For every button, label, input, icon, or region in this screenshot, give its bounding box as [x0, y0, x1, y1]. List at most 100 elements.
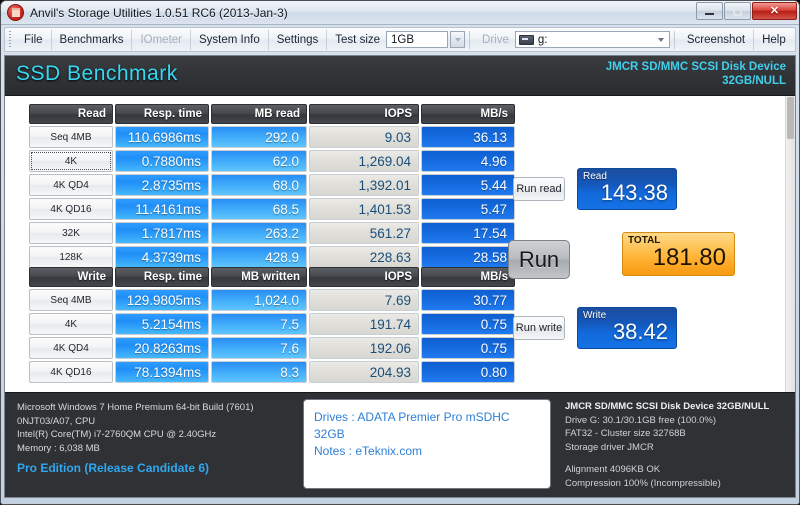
- read-col-header: MB/s: [421, 104, 515, 124]
- read-col-header: Resp. time: [115, 104, 209, 124]
- write-cell-mbs: 0.75: [421, 313, 515, 335]
- read-cell-mb: 68.0: [211, 174, 307, 196]
- drive-chevron-down-icon[interactable]: [657, 38, 664, 42]
- write-row-label[interactable]: 4K: [29, 313, 113, 335]
- read-cell-mb: 62.0: [211, 150, 307, 172]
- scrollbar-thumb[interactable]: [787, 97, 794, 139]
- drive-value: g:: [537, 33, 548, 46]
- table-row: 4K QD16 78.1394ms 8.3 204.93 0.80: [29, 361, 515, 383]
- read-cell-mb: 292.0: [211, 126, 307, 148]
- table-row: 4K 5.2154ms 7.5 191.74 0.75: [29, 313, 515, 335]
- drive-info-line: Drive G: 30.1/30.1GB free (100.0%): [565, 414, 717, 426]
- page-title: SSD Benchmark: [16, 62, 178, 85]
- system-info-line: Microsoft Windows 7 Home Premium 64-bit …: [17, 402, 254, 413]
- write-score-card: Write 38.42: [577, 307, 677, 349]
- write-row-label[interactable]: 4K QD16: [29, 361, 113, 383]
- write-cell-mbs: 0.80: [421, 361, 515, 383]
- total-score-value: 181.80: [652, 244, 726, 271]
- read-row-label[interactable]: 4K QD4: [29, 174, 113, 196]
- read-score-card: Read 143.38: [577, 168, 677, 210]
- window-title: Anvil's Storage Utilities 1.0.51 RC6 (20…: [30, 5, 288, 20]
- write-results-table: Write Resp. time MB written IOPS MB/s Seq 4M…: [27, 265, 517, 385]
- write-cell-mb: 7.5: [211, 313, 307, 335]
- write-row-label[interactable]: Seq 4MB: [29, 289, 113, 311]
- app-window: Anvil's Storage Utilities 1.0.51 RC6 (20…: [0, 0, 800, 505]
- read-row-label[interactable]: 4K: [29, 150, 113, 172]
- menu-item-benchmarks[interactable]: Benchmarks: [52, 29, 133, 50]
- title-bar: Anvil's Storage Utilities 1.0.51 RC6 (20…: [1, 1, 799, 25]
- menu-item-help[interactable]: Help: [754, 30, 794, 50]
- footer-panel: Microsoft Windows 7 Home Premium 64-bit …: [5, 393, 795, 497]
- table-row: 4K QD4 20.8263ms 7.6 192.06 0.75: [29, 337, 515, 359]
- drive-icon: [518, 34, 534, 45]
- notes-line: Notes : eTeknix.com: [314, 444, 423, 458]
- edition-label: Pro Edition (Release Candidate 6): [17, 461, 210, 475]
- menu-item-screenshot[interactable]: Screenshot: [679, 29, 755, 50]
- read-row-label[interactable]: 32K: [29, 222, 113, 244]
- read-row-label[interactable]: 4K QD16: [29, 198, 113, 220]
- read-cell-iops: 1,392.01: [309, 174, 419, 196]
- maximize-button[interactable]: [724, 2, 751, 20]
- read-cell-iops: 1,269.04: [309, 150, 419, 172]
- menu-item-file[interactable]: File: [16, 29, 52, 50]
- write-col-header: MB/s: [421, 267, 515, 287]
- test-size-label: Test size: [335, 33, 381, 46]
- write-cell-mb: 1,024.0: [211, 289, 307, 311]
- toolbar-divider: [469, 30, 471, 49]
- read-col-header: Read: [29, 104, 113, 124]
- write-cell-resp: 5.2154ms: [115, 313, 209, 335]
- system-info-line: Memory : 6,038 MB: [17, 442, 100, 454]
- total-score-card: TOTAL 181.80: [622, 232, 735, 276]
- read-cell-mbs: 4.96: [421, 150, 515, 172]
- notes-box[interactable]: Drives : ADATA Premier Pro mSDHC 32GB Not…: [303, 399, 551, 489]
- read-col-header: MB read: [211, 104, 307, 124]
- table-row: 4K QD16 11.4161ms 68.5 1,401.53 5.47: [29, 198, 515, 220]
- read-cell-resp: 110.6986ms: [115, 126, 209, 148]
- minimize-button[interactable]: [696, 2, 723, 20]
- read-row-label[interactable]: Seq 4MB: [29, 126, 113, 148]
- drive-info-line: FAT32 - Cluster size 32768B: [565, 428, 686, 439]
- drive-select[interactable]: g:: [514, 31, 670, 48]
- write-col-header: Write: [29, 267, 113, 287]
- results-panel: Read Resp. time MB read IOPS MB/s Seq 4MB 110…: [5, 96, 795, 393]
- run-read-button[interactable]: Run read: [513, 177, 565, 201]
- run-button[interactable]: Run: [508, 240, 570, 279]
- system-info-line: Intel(R) Core(TM) i7-2760QM CPU @ 2.40GH…: [17, 429, 217, 440]
- write-cell-resp: 20.8263ms: [115, 337, 209, 359]
- menu-item-system-info[interactable]: System Info: [191, 29, 269, 50]
- read-cell-mbs: 36.13: [421, 126, 515, 148]
- read-table-body: Seq 4MB 110.6986ms 292.0 9.03 36.13 4K 0.7880m…: [29, 126, 515, 268]
- run-write-button[interactable]: Run write: [513, 316, 565, 340]
- write-score-value: 38.42: [612, 319, 668, 344]
- menu-item-settings[interactable]: Settings: [269, 29, 328, 50]
- table-row: Seq 4MB 110.6986ms 292.0 9.03 36.13: [29, 126, 515, 148]
- test-size-select[interactable]: 1GB: [386, 31, 449, 48]
- write-row-label[interactable]: 4K QD4: [29, 337, 113, 359]
- read-cell-resp: 11.4161ms: [115, 198, 209, 220]
- write-col-header: IOPS: [309, 267, 419, 287]
- notes-line: Drives : ADATA Premier Pro mSDHC 32GB: [314, 410, 510, 441]
- read-col-header: IOPS: [309, 104, 419, 124]
- drive-info-line: JMCR SD/MMC SCSI Disk Device 32GB/NULL: [565, 401, 770, 412]
- read-cell-mb: 68.5: [211, 198, 307, 220]
- results-scrollbar[interactable]: [785, 96, 795, 392]
- device-name: JMCR SD/MMC SCSI Disk Device 32GB/NULL: [606, 60, 786, 88]
- write-cell-mb: 8.3: [211, 361, 307, 383]
- table-row: Seq 4MB 129.9805ms 1,024.0 7.69 30.77: [29, 289, 515, 311]
- window-controls: ✕: [695, 2, 797, 20]
- test-size-value: 1GB: [391, 33, 415, 46]
- write-cell-iops: 191.74: [309, 313, 419, 335]
- menu-bar: File Benchmarks IOmeter System Info Sett…: [4, 27, 796, 52]
- app-body: SSD Benchmark JMCR SD/MMC SCSI Disk Devi…: [4, 55, 796, 498]
- write-cell-resp: 129.9805ms: [115, 289, 209, 311]
- write-col-header: MB written: [211, 267, 307, 287]
- device-name-line2: 32GB/NULL: [722, 75, 786, 87]
- benchmark-header: SSD Benchmark JMCR SD/MMC SCSI Disk Devi…: [5, 56, 795, 96]
- read-cell-resp: 0.7880ms: [115, 150, 209, 172]
- close-button[interactable]: ✕: [752, 2, 797, 20]
- read-cell-mbs: 5.44: [421, 174, 515, 196]
- table-row: 4K QD4 2.8735ms 68.0 1,392.01 5.44: [29, 174, 515, 196]
- write-table-header-row: Write Resp. time MB written IOPS MB/s: [29, 267, 515, 287]
- write-cell-mbs: 30.77: [421, 289, 515, 311]
- test-size-chevron-down-icon[interactable]: [450, 31, 466, 48]
